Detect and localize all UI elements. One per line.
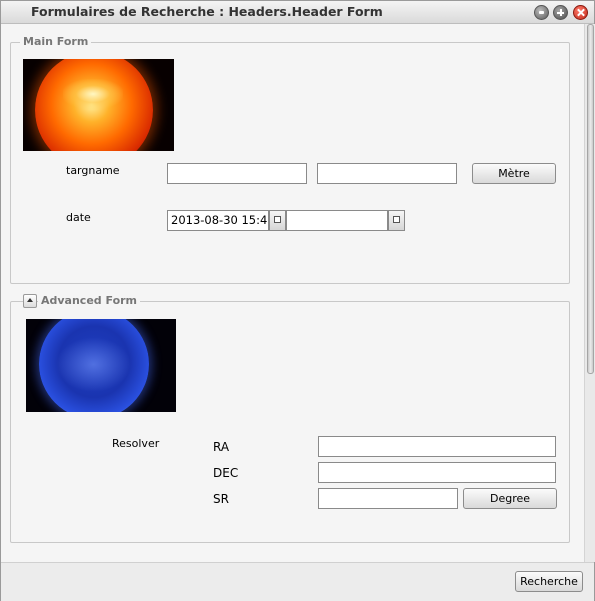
ra-label: RA <box>213 440 230 454</box>
advanced-form-legend: Advanced Form <box>38 294 141 307</box>
ra-input[interactable] <box>318 436 556 457</box>
sr-label: SR <box>213 492 229 506</box>
main-form-legend: Main Form <box>20 35 92 48</box>
targname-input-1[interactable] <box>167 163 307 184</box>
calendar-icon[interactable] <box>269 210 286 231</box>
title-bar[interactable]: Formulaires de Recherche : Headers.Heade… <box>1 1 594 24</box>
recherche-button[interactable]: Recherche <box>515 571 583 592</box>
form-content: Main Form targname Mètre date 2013-08-30… <box>1 24 584 562</box>
resolver-label: Resolver <box>112 437 160 450</box>
targname-input-2[interactable] <box>317 163 457 184</box>
window-title: Formulaires de Recherche : Headers.Heade… <box>31 4 383 19</box>
date-start-input[interactable]: 2013-08-30 15:42 <box>167 210 269 231</box>
minimize-icon[interactable] <box>534 5 549 20</box>
collapse-toggle-icon[interactable] <box>23 294 37 308</box>
vertical-scrollbar[interactable] <box>584 24 595 562</box>
maximize-icon[interactable] <box>553 5 568 20</box>
sr-input[interactable] <box>318 488 458 509</box>
degree-button[interactable]: Degree <box>463 488 557 509</box>
dec-input[interactable] <box>318 462 556 483</box>
date-end-input[interactable] <box>286 210 388 231</box>
scrollbar-thumb[interactable] <box>587 24 594 374</box>
calendar-icon[interactable] <box>388 210 405 231</box>
search-form-window: Formulaires de Recherche : Headers.Heade… <box>0 0 595 601</box>
sun-red-image <box>23 59 174 151</box>
dec-label: DEC <box>213 466 239 480</box>
targname-label: targname <box>66 164 120 177</box>
close-icon[interactable] <box>573 5 588 20</box>
date-label: date <box>66 211 91 224</box>
sun-blue-image <box>26 319 176 412</box>
footer-bar: Recherche <box>1 562 594 601</box>
metre-button[interactable]: Mètre <box>472 163 556 184</box>
